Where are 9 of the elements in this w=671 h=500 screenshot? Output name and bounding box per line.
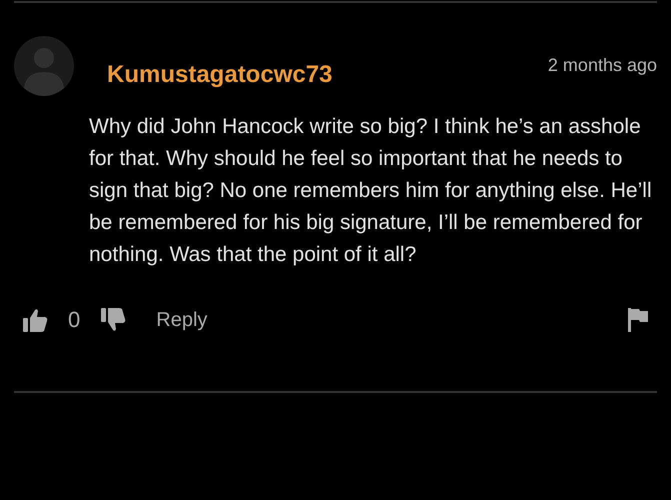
reply-link[interactable]: Reply (156, 308, 208, 332)
username[interactable]: Kumustagatocwc73 (107, 61, 332, 89)
vote-count: 0 (68, 307, 80, 333)
avatar-icon (14, 36, 74, 96)
thumbs-up-icon[interactable] (22, 307, 48, 333)
thumbs-down-icon[interactable] (100, 307, 126, 333)
flag-icon[interactable] (627, 307, 649, 333)
comment-text: Why did John Hancock write so big? I think he’s an asshole for that. Why should he feel so important that he needs to sign that big? No one remembers him for anything else. He’ll be remembered for his big signature, I’ll be remembered for nothing. Was that the point of it all? (89, 114, 653, 268)
timestamp: 2 months ago (548, 54, 657, 76)
